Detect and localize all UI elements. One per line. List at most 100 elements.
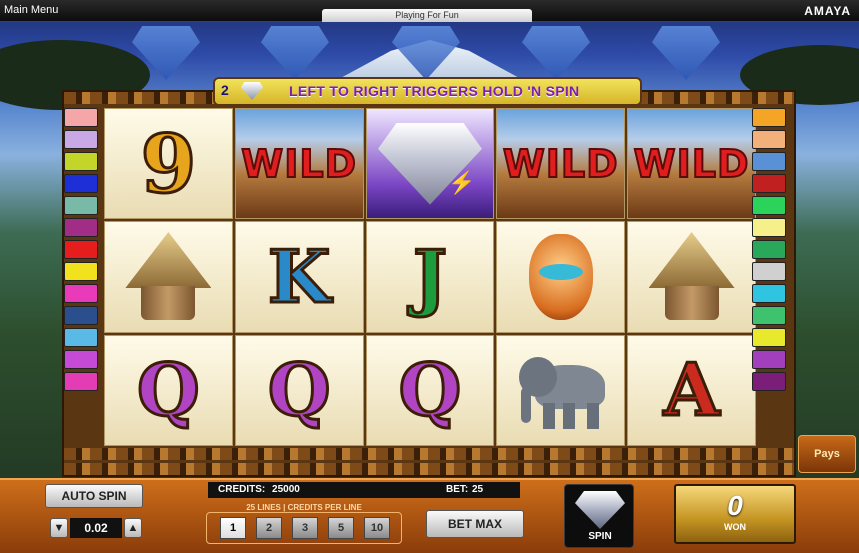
payline-marker-right[interactable] xyxy=(752,218,786,237)
payline-marker-left[interactable] xyxy=(64,108,98,127)
chevron-down-icon: ▼ xyxy=(53,522,65,534)
feature-banner: 2 LEFT TO RIGHT TRIGGERS HOLD 'N SPIN xyxy=(215,79,640,104)
payline-marker-left[interactable] xyxy=(64,218,98,237)
diamond-slot-4 xyxy=(522,26,590,80)
reel-cell: WILD xyxy=(496,108,626,220)
payline-marker-left[interactable] xyxy=(64,240,98,259)
reel-cell: A xyxy=(627,334,756,446)
main-menu-link[interactable]: Main Menu xyxy=(4,4,58,16)
reel-cell: K xyxy=(234,221,364,333)
reel-cell: WILD xyxy=(234,108,364,220)
bet-value: 25 xyxy=(472,484,484,495)
payline-marker-left[interactable] xyxy=(64,372,98,391)
bet-increase-button[interactable]: ▲ xyxy=(124,518,142,538)
payline-marker-right[interactable] xyxy=(752,152,786,171)
line-option-button[interactable]: 3 xyxy=(292,517,318,539)
win-label: WON xyxy=(724,522,746,532)
reel-cell: ⚡ xyxy=(365,108,495,220)
diamond-icon xyxy=(575,491,625,529)
frame-lower-border xyxy=(64,448,794,460)
payline-marker-left[interactable] xyxy=(64,306,98,325)
payline-marker-right[interactable] xyxy=(752,108,786,127)
symbol-q: Q xyxy=(266,347,332,433)
payline-marker-left[interactable] xyxy=(64,196,98,215)
symbol-a: A xyxy=(662,347,721,433)
play-mode-tab: Playing For Fun xyxy=(322,9,532,22)
symbol-j: J xyxy=(411,233,448,319)
wild-symbol: WILD xyxy=(633,141,750,187)
payline-marker-right[interactable] xyxy=(752,328,786,347)
reel-5: WILD A xyxy=(627,108,756,446)
reel-cell: J xyxy=(365,221,495,333)
credits-value: 25000 xyxy=(272,484,300,495)
chevron-up-icon: ▲ xyxy=(127,522,139,534)
brand-logo: AMAYA xyxy=(804,4,851,18)
diamond-slot-2 xyxy=(261,26,329,80)
payline-marker-right[interactable] xyxy=(752,372,786,391)
bet-label: BET: xyxy=(446,484,469,495)
payline-marker-left[interactable] xyxy=(64,328,98,347)
bet-max-button[interactable]: BET MAX xyxy=(426,510,524,538)
payline-marker-right[interactable] xyxy=(752,350,786,369)
auto-spin-button[interactable]: AUTO SPIN xyxy=(45,484,143,508)
win-value: 0 xyxy=(727,490,743,521)
diamond-slot-5 xyxy=(652,26,720,80)
reel-frame: 9 Q WILD K Q ⚡ J Q WILD WILD A xyxy=(62,90,796,477)
wild-symbol: WILD xyxy=(502,141,619,187)
elephant-symbol xyxy=(513,351,609,430)
reel-cell xyxy=(496,334,626,446)
payline-marker-left[interactable] xyxy=(64,350,98,369)
spin-label: SPIN xyxy=(588,531,612,542)
reel-3: ⚡ J Q xyxy=(365,108,495,446)
reels: 9 Q WILD K Q ⚡ J Q WILD WILD A xyxy=(104,108,756,446)
reel-cell: WILD xyxy=(627,108,756,220)
reel-cell: 9 xyxy=(104,108,233,220)
payline-marker-right[interactable] xyxy=(752,306,786,325)
hut-symbol xyxy=(125,231,212,322)
reel-cell: Q xyxy=(234,334,364,446)
reel-cell: Q xyxy=(104,334,233,446)
credits-display: CREDITS: 25000 BET: 25 xyxy=(208,482,520,498)
line-option-button[interactable]: 10 xyxy=(364,517,390,539)
spin-button[interactable]: SPIN xyxy=(564,484,634,548)
payline-marker-left[interactable] xyxy=(64,174,98,193)
reel-2: WILD K Q xyxy=(234,108,364,446)
payline-markers-left xyxy=(64,108,98,391)
reel-cell xyxy=(627,221,756,333)
top-bar: Main Menu Playing For Fun AMAYA xyxy=(0,0,859,22)
diamond-icon xyxy=(241,82,263,100)
line-option-button[interactable]: 2 xyxy=(256,517,282,539)
payline-marker-right[interactable] xyxy=(752,196,786,215)
game-window: Main Menu Playing For Fun AMAYA 9 Q WILD K Q… xyxy=(0,0,859,553)
lines-caption: 25 LINES | CREDITS PER LINE xyxy=(246,503,362,512)
payline-marker-left[interactable] xyxy=(64,262,98,281)
payline-markers-right xyxy=(752,108,786,391)
symbol-k: K xyxy=(266,233,332,319)
payline-marker-left[interactable] xyxy=(64,130,98,149)
pays-button[interactable]: Pays xyxy=(798,435,856,473)
payline-marker-left[interactable] xyxy=(64,284,98,303)
payline-marker-left[interactable] xyxy=(64,152,98,171)
symbol-q: Q xyxy=(136,347,202,433)
reel-1: 9Q xyxy=(104,108,233,446)
payline-marker-right[interactable] xyxy=(752,240,786,259)
bet-decrease-button[interactable]: ▼ xyxy=(50,518,68,538)
reel-cell: Q xyxy=(365,334,495,446)
payline-marker-right[interactable] xyxy=(752,284,786,303)
wild-symbol: WILD xyxy=(240,141,358,187)
banner-count: 2 xyxy=(221,82,229,98)
payline-marker-right[interactable] xyxy=(752,174,786,193)
coin-value-display: 0.02 xyxy=(70,518,122,538)
line-option-button[interactable]: 1 xyxy=(220,517,246,539)
banner-message: LEFT TO RIGHT TRIGGERS HOLD 'N SPIN xyxy=(289,83,580,99)
symbol-9: 9 xyxy=(139,116,198,211)
lightning-icon: ⚡ xyxy=(447,170,476,196)
reel-cell xyxy=(104,221,233,333)
hut-symbol xyxy=(648,231,735,322)
win-display: 0 WON xyxy=(674,484,796,544)
frame-bottom-border xyxy=(64,463,794,475)
payline-marker-right[interactable] xyxy=(752,130,786,149)
reel-cell xyxy=(496,221,626,333)
line-option-button[interactable]: 5 xyxy=(328,517,354,539)
payline-marker-right[interactable] xyxy=(752,262,786,281)
